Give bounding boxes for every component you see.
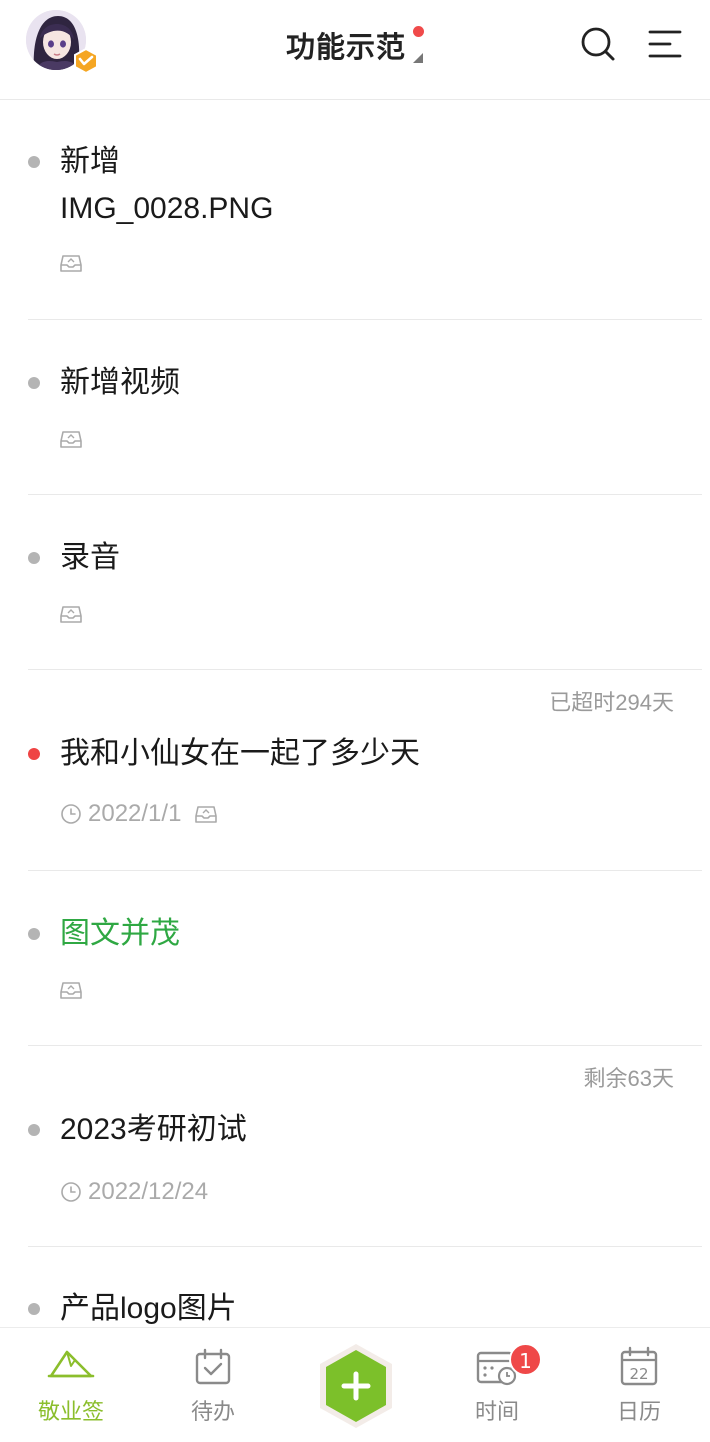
list-item[interactable]: 新增视频 (0, 320, 710, 495)
item-meta (60, 603, 82, 625)
add-icon (320, 1344, 392, 1428)
bottom-nav: 敬业签 待办 时间 22 日历 (0, 1327, 710, 1442)
item-bullet (28, 928, 40, 940)
list-item[interactable]: 图文并茂 (0, 871, 710, 1046)
item-title: 新增 IMG_0028.PNG (60, 145, 274, 225)
nav-label: 待办 (190, 1400, 235, 1425)
app: 功能示范 新增 IMG_0028.PNG 新增视频 录音 已超时294天 我和小… (0, 0, 710, 1442)
item-title: 图文并茂 (60, 917, 180, 950)
nav-label: 敬业签 (37, 1400, 104, 1425)
inbox-icon (60, 255, 82, 272)
item-meta: 2022/1/1 (60, 800, 218, 828)
clock-icon (61, 804, 81, 824)
item-bullet-red (28, 748, 40, 760)
menu-icon[interactable] (648, 28, 682, 60)
new-indicator-dot (413, 26, 424, 37)
item-meta: 2022/12/24 (60, 1178, 216, 1206)
list-item[interactable]: 新增 IMG_0028.PNG (0, 101, 710, 320)
clock-icon (61, 1182, 81, 1202)
nav-label: 时间 (474, 1400, 519, 1425)
item-bullet (28, 156, 40, 168)
item-bullet (28, 1124, 40, 1136)
reminder-date: 2022/12/24 (88, 1178, 209, 1205)
reminder-date: 2022/1/1 (88, 800, 182, 827)
list-item[interactable]: 录音 (0, 495, 710, 670)
add-button[interactable] (316, 1342, 396, 1430)
item-title: 录音 (60, 541, 120, 574)
notification-badge: 1 (509, 1343, 542, 1376)
note-icon (47, 1350, 95, 1378)
item-meta (60, 252, 82, 274)
item-title: 新增视频 (60, 366, 180, 399)
search-icon[interactable] (580, 26, 616, 62)
inbox-icon (60, 431, 82, 448)
nav-item-todo[interactable]: 待办 (142, 1328, 284, 1442)
nav-item-calendar[interactable]: 22 日历 (568, 1328, 710, 1442)
inbox-icon (60, 606, 82, 623)
inbox-icon (195, 806, 218, 823)
item-title: 产品logo图片 (60, 1292, 237, 1325)
list-item[interactable]: 已超时294天 我和小仙女在一起了多少天 2022/1/1 (0, 670, 710, 871)
item-meta (60, 979, 82, 1001)
item-meta (60, 428, 82, 450)
item-bullet (28, 1303, 40, 1315)
item-bullet (28, 552, 40, 564)
nav-label: 日历 (616, 1400, 661, 1425)
nav-item-notes[interactable]: 敬业签 (0, 1328, 142, 1442)
overdue-status: 已超时294天 (549, 690, 674, 715)
calendar-day-icon: 22 (620, 1346, 658, 1386)
note-list: 新增 IMG_0028.PNG 新增视频 录音 已超时294天 我和小仙女在一起… (0, 101, 710, 1367)
calendar-day-number: 22 (629, 1365, 648, 1383)
list-item[interactable]: 剩余63天 2023考研初试 2022/12/24 (0, 1046, 710, 1247)
remaining-status: 剩余63天 (583, 1066, 674, 1091)
notebook-title-text: 功能示范 (285, 30, 406, 64)
item-bullet (28, 377, 40, 389)
item-title: 我和小仙女在一起了多少天 (60, 737, 420, 770)
todo-check-icon (195, 1348, 231, 1385)
notebook-title[interactable]: 功能示范 (286, 24, 424, 66)
item-title: 2023考研初试 (60, 1113, 247, 1146)
nav-item-time[interactable]: 时间 (426, 1328, 568, 1442)
inbox-icon (60, 982, 82, 999)
dropdown-triangle-icon (413, 53, 423, 63)
top-bar: 功能示范 (0, 0, 710, 100)
